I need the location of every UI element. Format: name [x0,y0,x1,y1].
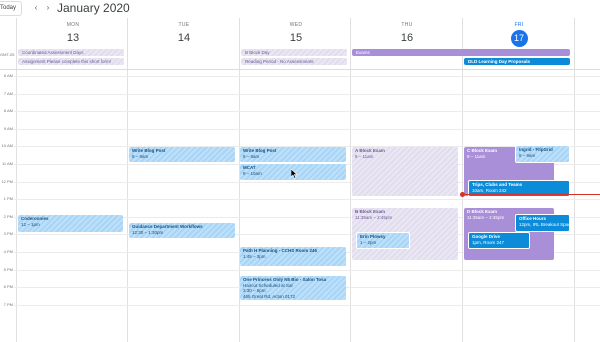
hour-gridline [14,94,600,95]
grid-divider [16,18,17,342]
hour-label: 9 AM [3,126,13,131]
event-time: 8 – 9am [132,153,149,159]
day-header-tue[interactable]: TUE 14 [128,21,240,46]
event-time: 1pm, Room 247 [472,239,505,245]
calendar-event[interactable]: Coderoonies 12 – 1pm [18,215,123,232]
calendar-event[interactable]: A Block Exam 8 – 11am [352,147,458,196]
hour-label: 12 PM [1,179,13,184]
allday-event[interactable]: Exams [352,49,570,56]
allday-event[interactable]: Assignment Please complete this short fo… [18,58,124,65]
grid-divider [462,18,463,342]
allday-separator [0,69,600,70]
hour-label: 3 PM [3,231,13,236]
allday-event[interactable]: Reading Period - No Assessments [241,58,347,65]
calendar-event[interactable]: One Princess Only N5 Bio - Salon Tosa Ha… [240,276,346,300]
calendar-event[interactable]: Write Blog Post 8 – 9am [129,147,235,162]
day-number[interactable]: 13 [17,30,129,46]
hour-label: 6 PM [3,284,13,289]
hour-gridline [14,76,600,77]
current-time-dot [460,192,465,197]
day-of-week: THU [401,22,413,28]
chevron-right-icon[interactable]: › [42,1,54,14]
hour-label: 7 AM [3,91,13,96]
day-number[interactable]: 16 [351,30,463,46]
calendar-event[interactable]: Office Hours 12pm, IRL Breakout Space [515,214,570,232]
allday-event[interactable]: B Block Day [241,49,347,56]
mouse-cursor-icon [290,168,298,181]
hour-gridline [14,199,600,200]
day-header-fri[interactable]: FRI 17 [463,21,575,47]
event-time: 12 – 1pm [21,221,40,227]
event-time: 8 – 11am [355,153,374,159]
event-time: 8 – 9am [243,153,260,159]
hour-label: 7 PM [3,302,13,307]
hour-gridline [14,111,600,112]
hour-gridline [14,129,600,130]
day-number[interactable]: 15 [240,30,352,46]
allday-event[interactable]: Coordinated Assessment Days [18,49,124,56]
event-time: 12:30 – 1:30pm [132,229,164,235]
calendar-event[interactable]: Google Drive 1pm, Room 247 [468,232,530,249]
hour-label: 5 PM [3,267,13,272]
hour-label: 8 AM [3,108,13,113]
event-time: 1:45 – 3pm [243,253,266,259]
day-of-week: WED [289,22,303,28]
hour-label: 11 AM [1,161,13,166]
grid-divider [127,18,128,342]
hour-gridline [14,270,600,271]
allday-event[interactable]: DLD Learning Day Proposals [464,58,570,65]
timezone-label: GMT-05 [0,52,15,57]
day-of-week: FRI [514,22,524,28]
month-title: January 2020 [57,1,130,15]
day-of-week: MON [66,22,80,28]
day-header-mon[interactable]: MON 13 [17,21,129,46]
event-time: 11:35am – 2:45pm [355,214,393,220]
hour-gridline [14,305,600,306]
calendar-event[interactable]: Guidance Department Workflows 12:30 – 1:… [129,223,235,238]
event-time: 12pm, IRL Breakout Space [519,221,570,227]
hour-label: 2 PM [3,214,13,219]
today-date-circle[interactable]: 17 [510,30,528,47]
day-header-wed[interactable]: WED 15 [240,21,352,46]
event-time: 10am, Room 242 [472,187,507,193]
day-number[interactable]: 14 [128,30,240,46]
event-time: 8 – 9am [519,152,536,158]
hour-label: 1 PM [3,196,13,201]
grid-divider [574,18,575,342]
day-header-thu[interactable]: THU 16 [351,21,463,46]
day-of-week: TUE [178,22,190,28]
hour-label: 10 AM [1,143,13,148]
calendar-event[interactable]: Erin Plowsy 1 – 2pm [356,232,410,249]
event-time: 1 – 2pm [360,239,377,245]
hour-label: 4 PM [3,249,13,254]
calendar-event[interactable]: Write Blog Post 8 – 9am [240,147,346,162]
today-button[interactable]: Today [0,1,22,16]
calendar-event[interactable]: Ingrid - FlipGrid 8 – 9am [515,145,570,163]
grid-divider [350,18,351,342]
chevron-left-icon[interactable]: ‹ [30,1,42,14]
calendar-event[interactable]: Path H Planning - CCHS Room 246 1:45 – 3… [240,247,346,266]
hour-label: 6 AM [3,73,13,78]
event-location: 465 Great Rd, Acton 0172 [243,293,296,299]
current-time-line [463,194,600,195]
